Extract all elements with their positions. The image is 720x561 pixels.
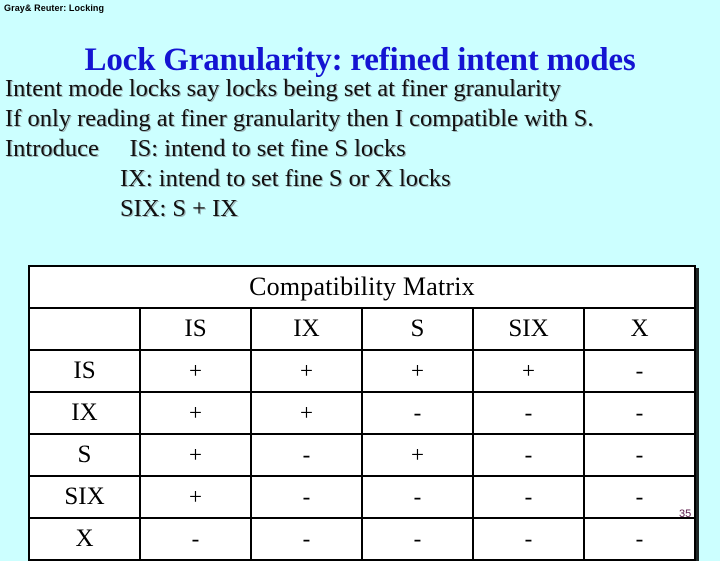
body-line-3: Introduce IS: intend to set fine S locks bbox=[5, 135, 406, 162]
matrix-cell-s-is: + bbox=[139, 433, 252, 477]
matrix-cell-s-six: - bbox=[472, 433, 585, 477]
table-row: SIX + - - - - bbox=[28, 475, 696, 519]
matrix-row-header-ix: IX bbox=[28, 391, 141, 435]
matrix-cell-six-is: + bbox=[139, 475, 252, 519]
table-row: S + - + - - bbox=[28, 433, 696, 477]
body-line-4: IX: intend to set fine S or X locks bbox=[120, 165, 451, 192]
matrix-caption: Compatibility Matrix bbox=[28, 265, 696, 309]
matrix-cell-is-s: + bbox=[361, 349, 474, 393]
matrix-cell-x-is: - bbox=[139, 517, 252, 561]
table-row: X - - - - - bbox=[28, 517, 696, 561]
matrix-cell-ix-x: - bbox=[583, 391, 696, 435]
matrix-cell-x-ix: - bbox=[250, 517, 363, 561]
table-row: IX + + - - - bbox=[28, 391, 696, 435]
matrix-row-header-six: SIX bbox=[28, 475, 141, 519]
matrix-cell-is-x: - bbox=[583, 349, 696, 393]
matrix-col-header-is: IS bbox=[139, 307, 252, 351]
matrix-cell-ix-is: + bbox=[139, 391, 252, 435]
matrix-col-header-s: S bbox=[361, 307, 474, 351]
matrix-cell-six-six: - bbox=[472, 475, 585, 519]
matrix-cell-s-s: + bbox=[361, 433, 474, 477]
slide-canvas: Gray& Reuter: Locking Lock Granularity: … bbox=[0, 0, 720, 561]
body-line-1: Intent mode locks say locks being set at… bbox=[5, 75, 561, 102]
matrix-row-header-s: S bbox=[28, 433, 141, 477]
matrix-cell-x-six: - bbox=[472, 517, 585, 561]
matrix-col-header-six: SIX bbox=[472, 307, 585, 351]
body-line-2: If only reading at finer granularity the… bbox=[5, 105, 594, 132]
matrix-cell-ix-ix: + bbox=[250, 391, 363, 435]
matrix-header-row: IS IX S SIX X bbox=[28, 307, 696, 351]
page-number: 35 bbox=[679, 508, 692, 520]
matrix-cell-s-ix: - bbox=[250, 433, 363, 477]
matrix-cell-is-ix: + bbox=[250, 349, 363, 393]
matrix-cell-x-x: - bbox=[583, 517, 696, 561]
matrix-cell-ix-six: - bbox=[472, 391, 585, 435]
matrix-cell-six-s: - bbox=[361, 475, 474, 519]
matrix-cell-is-six: + bbox=[472, 349, 585, 393]
body-line-5: SIX: S + IX bbox=[120, 195, 238, 222]
table-row: IS + + + + - bbox=[28, 349, 696, 393]
matrix-col-header-ix: IX bbox=[250, 307, 363, 351]
matrix-cell-ix-s: - bbox=[361, 391, 474, 435]
matrix-col-header-x: X bbox=[583, 307, 696, 351]
matrix-cell-is-is: + bbox=[139, 349, 252, 393]
matrix-cell-x-s: - bbox=[361, 517, 474, 561]
compatibility-matrix-container: Compatibility Matrix IS IX S SIX X IS + … bbox=[28, 265, 696, 561]
matrix-cell-s-x: - bbox=[583, 433, 696, 477]
matrix-cell-six-ix: - bbox=[250, 475, 363, 519]
matrix-row-header-x: X bbox=[28, 517, 141, 561]
compatibility-matrix-table: Compatibility Matrix IS IX S SIX X IS + … bbox=[28, 265, 696, 561]
matrix-caption-row: Compatibility Matrix bbox=[28, 265, 696, 309]
body-text-block: Intent mode locks say locks being set at… bbox=[5, 74, 715, 224]
matrix-corner-cell bbox=[28, 307, 141, 351]
running-header: Gray& Reuter: Locking bbox=[4, 3, 105, 13]
matrix-row-header-is: IS bbox=[28, 349, 141, 393]
